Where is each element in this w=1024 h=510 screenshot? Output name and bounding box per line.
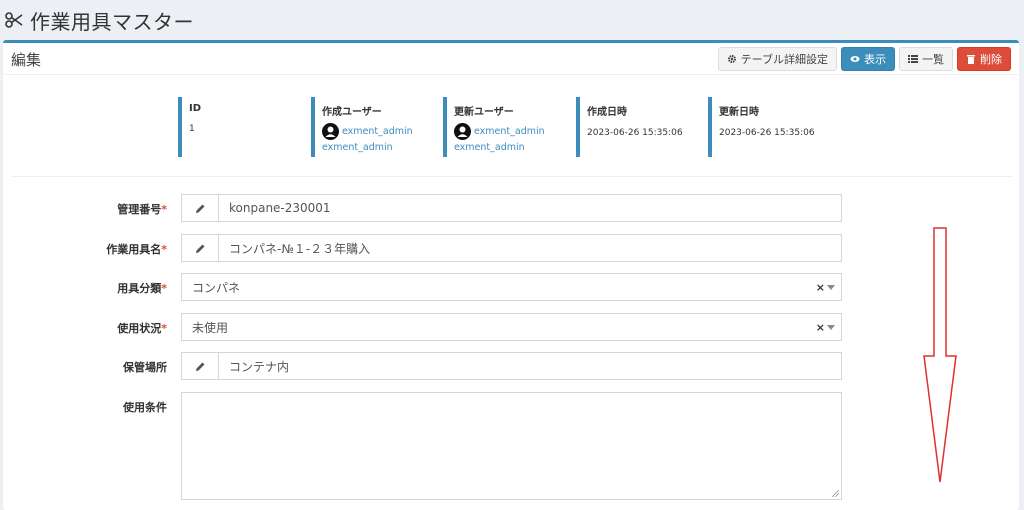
info-updated-user: 更新ユーザー exment_admin exment_admin <box>443 97 545 157</box>
page-header: 作業用具マスター <box>0 0 1024 40</box>
user-link[interactable]: exment_admin <box>322 142 413 153</box>
chevron-down-icon[interactable] <box>827 325 835 330</box>
field-label: 保管場所 <box>123 361 167 374</box>
field-value: コンテナ内 <box>229 359 290 374</box>
field-label: 使用条件 <box>123 401 167 414</box>
divider <box>11 176 1013 177</box>
list-label: 一覧 <box>922 53 944 66</box>
field-row-hokan-basho: 保管場所 コンテナ内 <box>3 352 1019 380</box>
info-value: 2023-06-26 15:35:06 <box>719 128 815 138</box>
yougu-bunrui-select[interactable]: コンパネ × <box>181 273 842 301</box>
down-arrow-annotation-icon <box>923 227 957 483</box>
page-title: 作業用具マスター <box>30 9 194 34</box>
table-settings-label: テーブル詳細設定 <box>740 53 828 66</box>
delete-label: 削除 <box>980 53 1002 66</box>
user-link[interactable]: exment_admin <box>342 126 413 137</box>
table-settings-button[interactable]: テーブル詳細設定 <box>717 47 837 71</box>
user-link[interactable]: exment_admin <box>474 126 545 137</box>
avatar-icon <box>322 123 339 140</box>
pencil-icon <box>195 204 204 213</box>
field-row-yougu-bunrui: 用具分類* コンパネ × <box>3 273 1019 301</box>
view-label: 表示 <box>864 53 886 66</box>
field-label: 使用状況* <box>117 322 167 335</box>
field-value: konpane-230001 <box>229 201 331 215</box>
chevron-down-icon[interactable] <box>827 285 835 290</box>
shiyou-joukyou-select[interactable]: 未使用 × <box>181 313 842 341</box>
edit-box: 編集 テーブル詳細設定 表示 一覧 削除 ID 1 作成ユーザー exment_… <box>3 40 1019 510</box>
gear-icon <box>727 55 736 63</box>
view-button[interactable]: 表示 <box>841 47 895 71</box>
user-link[interactable]: exment_admin <box>454 142 545 153</box>
trash-icon <box>967 55 975 64</box>
info-created-user: 作成ユーザー exment_admin exment_admin <box>311 97 413 157</box>
box-title: 編集 <box>11 51 42 69</box>
eye-icon <box>850 56 860 62</box>
field-row-shiyou-jouken: 使用条件 <box>3 392 1019 500</box>
field-label: 用具分類* <box>117 282 167 295</box>
field-value: 未使用 <box>192 320 229 335</box>
info-created-at: 作成日時 2023-06-26 15:35:06 <box>576 97 683 157</box>
info-label: 更新ユーザー <box>454 107 514 118</box>
pencil-icon <box>195 244 204 253</box>
info-label: ID <box>189 103 202 114</box>
list-icon <box>908 55 918 63</box>
field-label: 作業用具名* <box>106 243 167 256</box>
delete-button[interactable]: 削除 <box>957 47 1011 71</box>
info-label: 作成日時 <box>587 107 627 118</box>
field-value: コンパネ-№１-２３年購入 <box>229 241 371 256</box>
resize-handle-icon[interactable] <box>832 490 839 497</box>
info-id: ID 1 <box>178 97 201 157</box>
scissors-icon <box>5 12 23 28</box>
avatar-icon <box>454 123 471 140</box>
info-value: 2023-06-26 15:35:06 <box>587 128 683 138</box>
field-row-shiyou-joukyou: 使用状況* 未使用 × <box>3 313 1019 341</box>
field-row-yougu-mei: 作業用具名* コンパネ-№１-２３年購入 <box>3 234 1019 262</box>
field-value: コンパネ <box>192 280 241 295</box>
hokan-basho-input[interactable]: コンテナ内 <box>181 352 842 380</box>
box-tools: テーブル詳細設定 表示 一覧 削除 <box>717 47 1011 71</box>
yougu-mei-input[interactable]: コンパネ-№１-２３年購入 <box>181 234 842 262</box>
list-button[interactable]: 一覧 <box>899 47 953 71</box>
pencil-icon <box>195 362 204 371</box>
box-header: 編集 テーブル詳細設定 表示 一覧 削除 <box>3 43 1019 75</box>
info-label: 更新日時 <box>719 107 759 118</box>
clear-icon[interactable]: × <box>816 281 825 294</box>
field-row-kanri-bango: 管理番号* konpane-230001 <box>3 194 1019 222</box>
shiyou-jouken-textarea[interactable] <box>181 392 842 500</box>
info-value: 1 <box>189 124 195 134</box>
clear-icon[interactable]: × <box>816 321 825 334</box>
kanri-bango-input[interactable]: konpane-230001 <box>181 194 842 222</box>
info-label: 作成ユーザー <box>322 107 382 118</box>
info-updated-at: 更新日時 2023-06-26 15:35:06 <box>708 97 815 157</box>
field-label: 管理番号* <box>117 203 167 216</box>
